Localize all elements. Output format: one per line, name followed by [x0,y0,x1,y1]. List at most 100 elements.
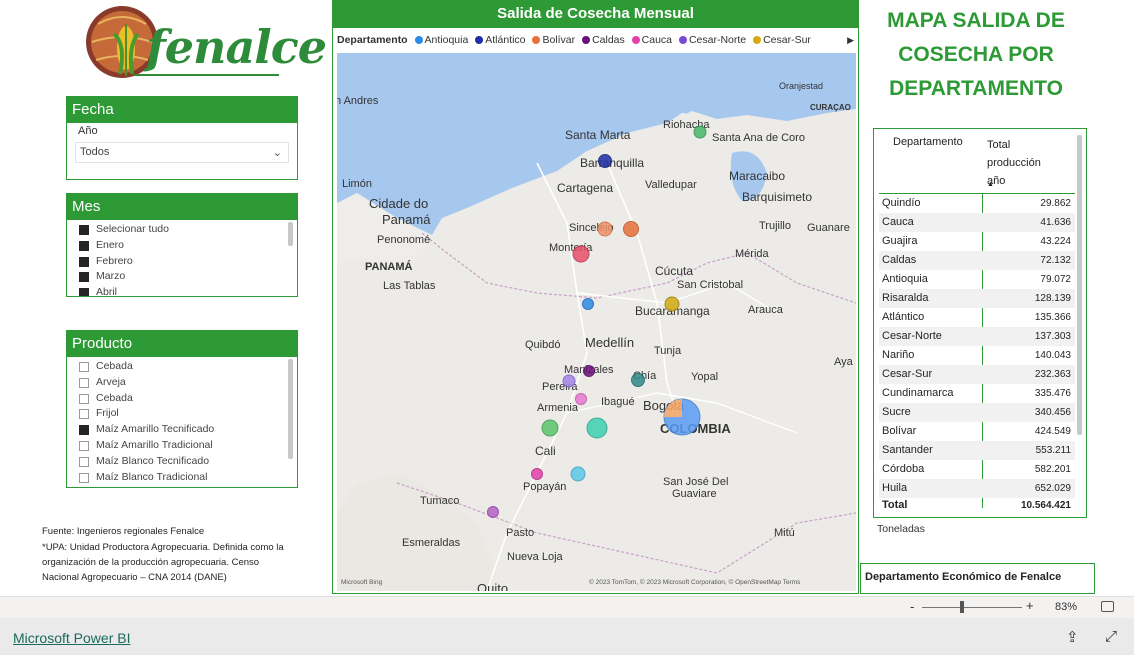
legend-dot [414,36,423,44]
legend-item-caldas[interactable]: Caldas [582,34,625,46]
bubble-risaralda[interactable] [562,374,576,388]
legend-item-atlantico[interactable]: Atlántico [475,34,526,46]
bubble-tolima[interactable] [541,419,559,437]
zoom-slider-track[interactable] [922,607,1022,608]
checkbox[interactable] [79,440,89,451]
checkbox[interactable] [79,288,89,296]
producto-item[interactable]: Maíz Blanco Tecnificado [67,454,297,470]
producto-item[interactable]: Frijol [67,406,297,422]
table-row[interactable]: Córdoba 582.201 [879,460,1075,479]
powerbi-link[interactable]: Microsoft Power BI [13,630,130,646]
checkbox[interactable] [79,225,89,235]
table-row[interactable]: Sucre 340.456 [879,403,1075,422]
bubble-cesar-sur[interactable] [664,296,680,312]
table-row[interactable]: Atlántico 135.366 [879,308,1075,327]
cell-total: 43.224 [1040,236,1071,247]
producto-item[interactable]: Cebada [67,391,297,407]
place-label: San José Del [663,476,728,488]
bubble-sucre[interactable] [597,221,613,237]
producto-item[interactable]: Arveja [67,375,297,391]
table-row[interactable]: Bolívar 424.549 [879,422,1075,441]
column-header-departamento[interactable]: Departamento [893,136,963,148]
checkbox[interactable] [79,362,89,372]
producto-item[interactable]: Maíz Blanco Tradicional [67,470,297,486]
mes-item-label: Enero [96,238,125,251]
zoom-out-button[interactable]: - [910,599,914,614]
bubble-bolivar[interactable] [623,221,639,237]
checkbox[interactable] [79,256,89,267]
bubble-antioquia[interactable] [582,298,594,310]
table-row[interactable]: Antioquia 79.072 [879,270,1075,289]
bubble-valle[interactable] [586,417,608,439]
bubble-santander[interactable] [570,466,586,482]
table-row[interactable]: Cesar-Sur 232.363 [879,365,1075,384]
producto-scrollbar[interactable] [288,359,293,459]
table-row[interactable]: Risaralda 128.139 [879,289,1075,308]
checkbox[interactable] [79,240,89,251]
table-row[interactable]: Nariño 140.043 [879,346,1075,365]
mes-slicer: Mes Selecionar tudo Enero Febrero Marzo … [66,193,298,297]
logo-wordmark: fenalce [146,20,327,74]
legend-item-cauca[interactable]: Cauca [631,34,672,46]
zoom-percent: 83% [1055,601,1078,613]
fit-to-page-icon[interactable] [1101,601,1114,612]
zoom-in-button[interactable]: + [1026,598,1034,613]
bubble-quindio[interactable] [575,393,587,405]
year-dropdown[interactable]: Todos ⌄ [75,142,289,163]
cell-total: 72.132 [1040,255,1071,266]
table-row[interactable]: Guajira 43.224 [879,232,1075,251]
table-row[interactable]: Cundinamarca 335.476 [879,384,1075,403]
producto-item[interactable]: Maíz Amarillo Tecnificado [67,422,297,438]
legend-label: Atlántico [485,34,526,46]
mes-item[interactable]: Enero [67,238,297,254]
bubble-cauca[interactable] [531,468,543,480]
map-canvas[interactable]: Oranjestad CURAÇAO n Andres Riohacha San… [337,53,856,591]
legend-item-bolivar[interactable]: Bolívar [532,34,575,46]
table-row[interactable]: Santander 553.211 [879,441,1075,460]
checkbox[interactable] [79,425,89,436]
cell-departamento: Atlántico [882,311,925,323]
fecha-slicer: Fecha Año Todos ⌄ [66,96,298,180]
legend-item-antioquia[interactable]: Antioquia [414,34,468,46]
table-row[interactable]: Quindío 29.862 [879,194,1075,213]
producto-item[interactable]: Cebada [67,359,297,375]
legend-item-cesar-sur[interactable]: Cesar-Sur [753,34,811,46]
column-header-total[interactable]: Total producción año ▲ [987,136,1067,190]
place-label: Pasto [506,527,534,539]
table-row[interactable]: Cauca 41.636 [879,213,1075,232]
zoom-slider-thumb[interactable] [960,601,964,613]
table-row[interactable]: Caldas 72.132 [879,251,1075,270]
place-label: Santa Marta [565,128,631,142]
fecha-slicer-title: Fecha [67,97,297,123]
bubble-atlantico[interactable] [598,154,612,168]
mes-item[interactable]: Abril [67,285,297,296]
checkbox[interactable] [79,393,89,404]
mes-item[interactable]: Selecionar tudo [67,222,297,238]
mes-item[interactable]: Febrero [67,254,297,270]
bubble-guajira[interactable] [693,125,707,139]
legend-next-arrow-icon[interactable]: ▶ [847,28,854,52]
legend-label: Cesar-Sur [763,34,811,46]
table-scrollbar[interactable] [1077,135,1082,435]
bubble-cordoba[interactable] [572,245,590,263]
place-label: Cidade do [369,196,428,211]
table-header: Departamento Total producción año ▲ [879,134,1075,194]
legend-item-cesar-norte[interactable]: Cesar-Norte [678,34,746,46]
share-icon[interactable]: ⇪ [1066,628,1079,646]
table-row[interactable]: Cesar-Norte 137.303 [879,327,1075,346]
place-label: Trujillo [759,220,791,232]
dept-econ-label: Departamento Económico de Fenalce [860,563,1095,594]
checkbox[interactable] [79,409,89,420]
checkbox[interactable] [79,456,89,467]
checkbox[interactable] [79,472,89,483]
checkbox[interactable] [79,377,89,388]
checkbox[interactable] [79,272,89,283]
header-text: producción [987,157,1041,169]
mes-item[interactable]: Marzo [67,269,297,285]
bubble-caldas[interactable] [583,365,595,377]
mes-scrollbar[interactable] [288,222,293,246]
bubble-cundinamarca[interactable] [631,373,645,387]
producto-item[interactable]: Maíz Amarillo Tradicional [67,438,297,454]
bubble-narino[interactable] [487,506,499,518]
fullscreen-icon[interactable]: ⤢ [1105,628,1117,645]
